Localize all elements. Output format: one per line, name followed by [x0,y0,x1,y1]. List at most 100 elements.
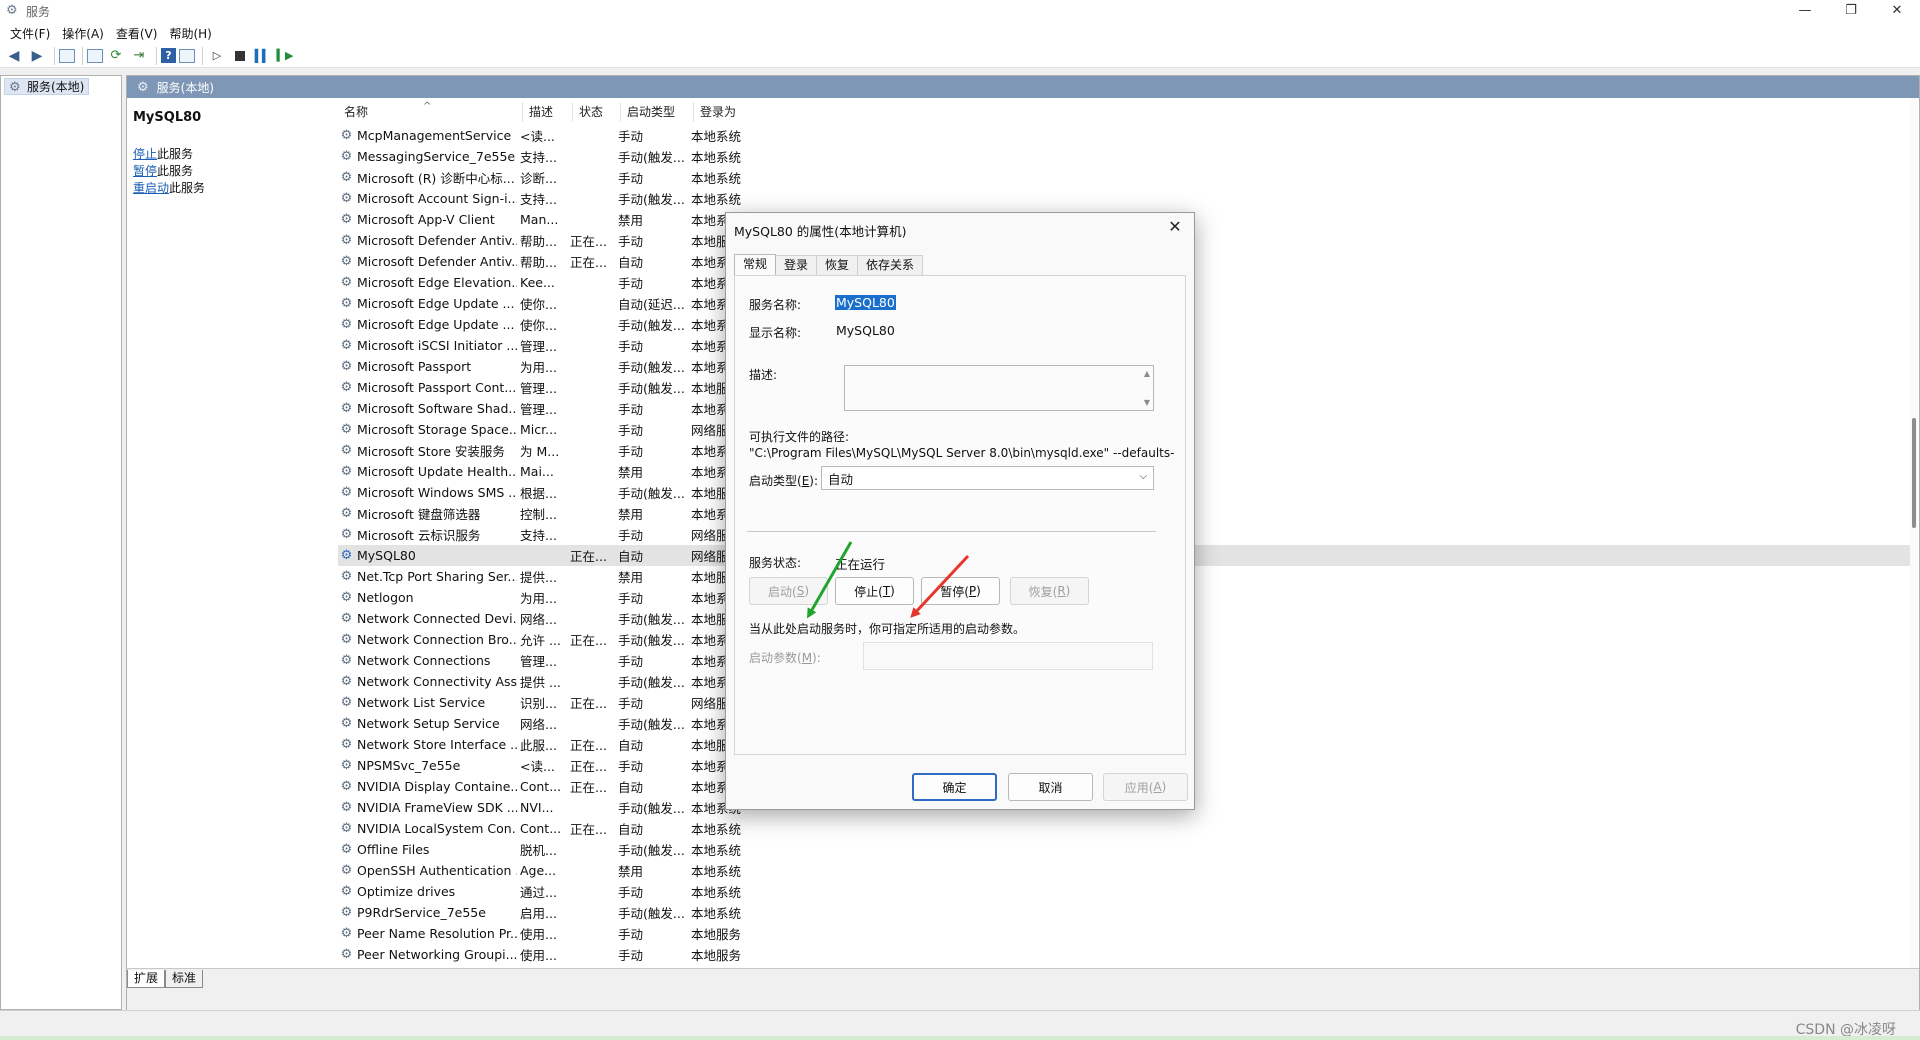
stop-service-link[interactable]: 停止 [133,147,157,161]
show-hide-console-tree-icon[interactable] [59,48,75,63]
row-description: 网络... [520,717,557,732]
window-controls: — ❐ ✕ [1782,0,1920,22]
help-icon[interactable]: ? [161,48,176,63]
minimize-button[interactable]: — [1782,0,1828,22]
startup-type-select[interactable]: 自动 ⌵ [821,466,1154,490]
refresh-icon[interactable]: ⟳ [106,46,126,66]
vertical-scrollbar-track[interactable] [1910,98,1918,968]
table-row[interactable]: ⚙ MessagingService_7e55e 支持... 手动(触发... 本地系统 [338,146,1918,167]
row-name-cell: ⚙ Net.Tcp Port Sharing Ser... [338,569,518,584]
apply-button[interactable]: 应用(A) [1103,773,1188,801]
service-name-value[interactable]: MySQL80 [835,295,896,310]
service-gear-icon: ⚙ [340,779,353,794]
row-description: <读... [520,759,555,774]
row-description: 管理... [520,339,557,354]
restart-service-icon[interactable]: ▍▶ [275,46,295,66]
row-service-name: Microsoft 键盘筛选器 [357,507,481,522]
row-status: 正在... [570,738,607,753]
back-arrow-icon[interactable]: ◀ [4,46,24,66]
close-window-button[interactable]: ✕ [1874,0,1920,22]
row-description: 允许 ... [520,633,561,648]
row-service-name: MessagingService_7e55e [357,149,516,164]
row-startup-type: 手动 [618,171,644,186]
tab-extended[interactable]: 扩展 [127,970,166,988]
pause-service-icon[interactable]: ▍▍ [252,46,272,66]
column-header-description[interactable]: 描述 [523,102,573,122]
row-startup-type: 手动(触发... [618,906,685,921]
row-service-name: NPSMSvc_7e55e [357,758,461,773]
tab-standard[interactable]: 标准 [165,970,204,988]
table-row[interactable]: ⚙ Optimize drives 通过... 手动 本地系统 [338,881,1918,902]
maximize-button[interactable]: ❐ [1828,0,1874,22]
console-view-icon[interactable] [179,48,195,63]
start-parameters-input[interactable] [863,642,1153,670]
menu-help[interactable]: 帮助(H) [163,25,217,42]
restart-service-link[interactable]: 重启动 [133,181,169,195]
table-row[interactable]: ⚙ Microsoft (R) 诊断中心标... 诊断... 手动 本地系统 [338,167,1918,188]
export-list-icon[interactable]: ⇥ [129,46,149,66]
table-row[interactable]: ⚙ Peer Name Resolution Pr... 使用... 手动 本地服务 [338,923,1918,944]
service-gear-icon: ⚙ [340,527,353,542]
row-service-name: Microsoft Passport Cont... [357,380,517,395]
row-service-name: NVIDIA FrameView SDK ... [357,800,517,815]
row-name-cell: ⚙ MySQL80 [338,548,518,563]
service-gear-icon: ⚙ [340,191,353,206]
table-row[interactable]: ⚙ OpenSSH Authentication ... Age... 禁用 本地系统 [338,860,1918,881]
stop-button[interactable]: 停止(T) [835,577,914,605]
service-gear-icon: ⚙ [340,632,353,647]
pause-service-link[interactable]: 暂停 [133,164,157,178]
service-gear-icon: ⚙ [340,863,353,878]
table-row[interactable]: ⚙ Offline Files 脱机... 手动(触发... 本地系统 [338,839,1918,860]
start-service-icon[interactable]: ▷ [207,46,227,66]
forward-arrow-icon[interactable]: ▶ [27,46,47,66]
executable-path-label: 可执行文件的路径: [749,430,850,444]
resume-button[interactable]: 恢复(R) [1010,577,1089,605]
pause-button[interactable]: 暂停(P) [921,577,1000,605]
description-textbox[interactable]: ▲ ▼ [844,365,1154,411]
service-gear-icon: ⚙ [340,443,353,458]
column-header-status[interactable]: 状态 [573,102,621,122]
service-gear-icon: ⚙ [340,296,353,311]
row-name-cell: ⚙ NVIDIA FrameView SDK ... [338,800,518,815]
column-header-name[interactable]: 名称 ^ [338,101,523,122]
table-row[interactable]: ⚙ Microsoft Account Sign-i... 支持... 手动(触发..… [338,188,1918,209]
row-name-cell: ⚙ Microsoft iSCSI Initiator ... [338,338,518,353]
table-row[interactable]: ⚙ Peer Networking Groupi... 使用... 手动 本地服务 [338,944,1918,965]
display-name-value[interactable]: MySQL80 [836,323,895,338]
scroll-down-icon[interactable]: ▼ [1144,398,1150,407]
vertical-scrollbar-thumb[interactable] [1912,418,1916,528]
row-startup-type: 手动(触发... [618,318,685,333]
start-button[interactable]: 启动(S) [749,577,828,605]
service-gear-icon: ⚙ [340,926,353,941]
tab-log-on[interactable]: 登录 [775,255,818,275]
ok-button[interactable]: 确定 [912,773,997,801]
row-description: 使用... [520,927,557,942]
row-service-name: Network Store Interface ... [357,737,517,752]
column-header-log-on-as[interactable]: 登录为 [694,102,754,122]
tab-dependencies[interactable]: 依存关系 [857,255,924,275]
cancel-button[interactable]: 取消 [1008,773,1093,801]
tree-item-services-local[interactable]: ⚙ 服务(本地) [4,78,90,95]
dialog-close-icon[interactable]: ✕ [1164,216,1186,238]
menu-action[interactable]: 操作(A) [56,25,110,42]
service-gear-icon: ⚙ [340,170,353,185]
stop-service-icon[interactable] [235,50,245,61]
row-startup-type: 自动 [618,822,644,837]
column-header-startup-type[interactable]: 启动类型 [621,102,694,122]
properties-icon[interactable] [87,48,103,63]
table-row[interactable]: ⚙ McpManagementService <读... 手动 本地系统 [338,125,1918,146]
menu-file[interactable]: 文件(F) [4,25,56,42]
tab-recovery[interactable]: 恢复 [816,255,859,275]
service-gear-icon: ⚙ [340,317,353,332]
row-description: Cont... [520,779,562,794]
service-gear-icon: ⚙ [340,548,353,563]
menu-view[interactable]: 查看(V) [110,25,164,42]
executable-path-value[interactable]: "C:\Program Files\MySQL\MySQL Server 8.0… [749,446,1174,460]
row-service-name: Microsoft Update Health... [357,464,517,479]
scroll-up-icon[interactable]: ▲ [1144,369,1150,378]
table-row[interactable]: ⚙ NVIDIA LocalSystem Con... Cont... 正在... 自动… [338,818,1918,839]
row-service-name: Microsoft Edge Update ... [357,296,515,311]
tab-general[interactable]: 常规 [734,254,777,276]
table-row[interactable]: ⚙ P9RdrService_7e55e 启用... 手动(触发... 本地系统 [338,902,1918,923]
service-gear-icon: ⚙ [340,128,353,143]
